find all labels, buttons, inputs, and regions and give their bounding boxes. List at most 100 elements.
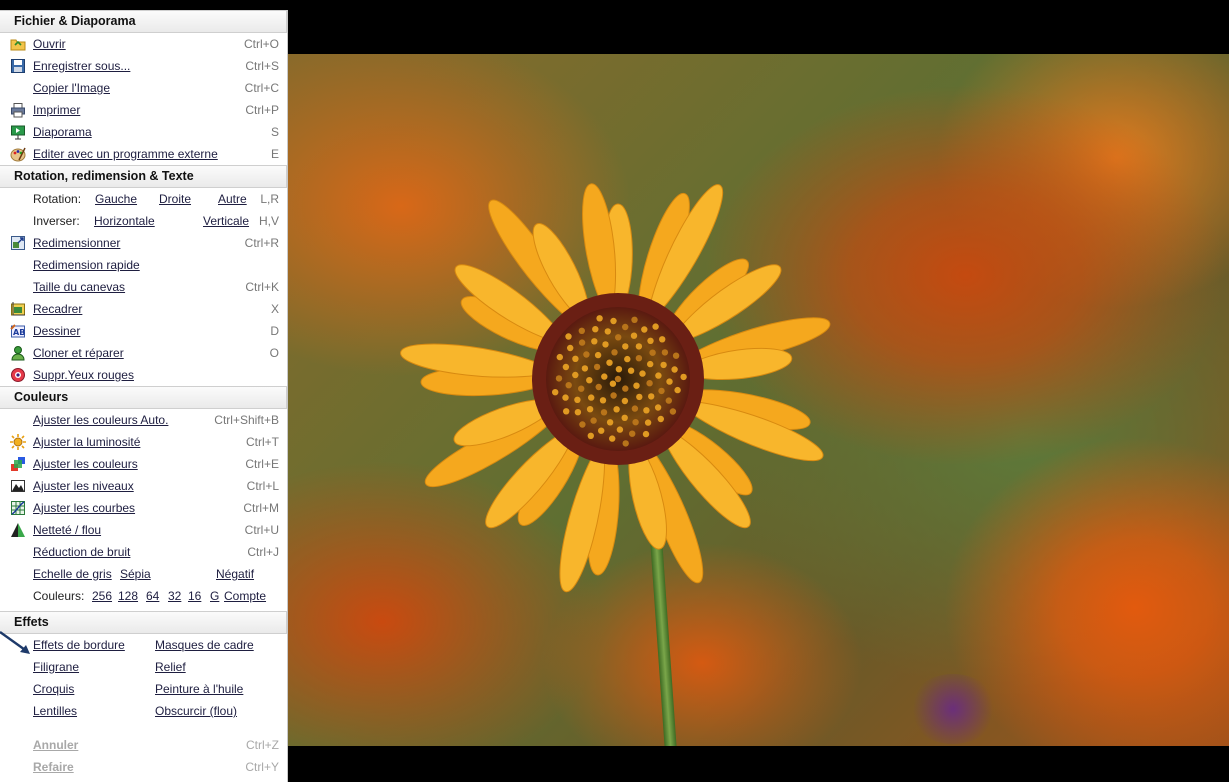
rotate-other-link[interactable]: Autre: [218, 188, 247, 210]
seed-dot: [598, 427, 605, 434]
menu-item-editer-externe[interactable]: Editer avec un programme externe E: [0, 143, 287, 165]
menu-item-imprimer[interactable]: Imprimer Ctrl+P: [0, 99, 287, 121]
effets-bordure-link[interactable]: Effets de bordure: [33, 638, 125, 652]
menu-item-cloner[interactable]: Cloner et réparer O: [0, 342, 287, 364]
colors-g-link[interactable]: G: [210, 585, 219, 607]
levels-icon: [11, 480, 25, 492]
sepia-link[interactable]: Sépia: [120, 563, 151, 585]
menu-item-label: Ajuster les couleurs Auto.: [33, 413, 169, 427]
seed-dot: [613, 406, 620, 413]
obscurcir-link[interactable]: Obscurcir (flou): [155, 700, 237, 722]
seed-dot: [621, 397, 629, 405]
menu-item-enregistrer[interactable]: Enregistrer sous... Ctrl+S: [0, 55, 287, 77]
shortcut: Ctrl+Z: [246, 738, 279, 752]
peinture-huile-link[interactable]: Peinture à l'huile: [155, 678, 243, 700]
seed-dot: [610, 392, 617, 399]
seed-dot: [578, 339, 586, 346]
menu-item-yeux-rouges[interactable]: Suppr.Yeux rouges: [0, 364, 287, 386]
colors-16-link[interactable]: 16: [188, 585, 201, 607]
draw-icon: AB: [10, 324, 25, 338]
section-header-effets: Effets: [0, 611, 287, 634]
menu-item-label: Imprimer: [33, 103, 81, 117]
seed-dot: [588, 394, 595, 401]
grayscale-link[interactable]: Echelle de gris: [33, 567, 112, 581]
flip-vertical-link[interactable]: Verticale: [203, 210, 249, 232]
seed-dot: [635, 343, 643, 350]
lentilles-link[interactable]: Lentilles: [33, 704, 77, 718]
seed-dot: [643, 407, 650, 414]
effets-row: Lentilles Obscurcir (flou): [0, 700, 287, 722]
colors-compte-link[interactable]: Compte: [224, 585, 266, 607]
shortcut: Ctrl+O: [243, 37, 279, 51]
effets-row: Croquis Peinture à l'huile: [0, 678, 287, 700]
menu-item-recadrer[interactable]: Recadrer X: [0, 298, 287, 320]
menu-item-copier[interactable]: Copier l'Image Ctrl+C: [0, 77, 287, 99]
seed-dot: [632, 419, 639, 426]
photo: [288, 54, 1229, 746]
colors-64-link[interactable]: 64: [146, 585, 159, 607]
crop-icon: [11, 302, 25, 316]
seed-dot: [579, 421, 586, 428]
seed-dot: [599, 397, 607, 404]
seed-dot: [658, 387, 665, 395]
seed-dot: [572, 371, 579, 379]
seed-dot: [581, 365, 589, 372]
menu-item-diaporama[interactable]: Diaporama S: [0, 121, 287, 143]
flip-label: Inverser:: [33, 214, 80, 228]
shortcut: Ctrl+M: [243, 501, 279, 515]
seed-dot: [574, 409, 582, 416]
menu-item-niveaux[interactable]: Ajuster les niveaux Ctrl+L: [0, 475, 287, 497]
menu-item-refaire[interactable]: Refaire Ctrl+Y: [0, 756, 287, 778]
menu-item-ouvrir[interactable]: Ouvrir Ctrl+O: [0, 33, 287, 55]
relief-link[interactable]: Relief: [155, 656, 186, 678]
seed-dot: [635, 355, 643, 362]
menu-item-nettete[interactable]: Netteté / flou Ctrl+U: [0, 519, 287, 541]
color-balance-icon: [11, 457, 25, 471]
negative-link[interactable]: Négatif: [216, 563, 254, 585]
seed-dot: [657, 415, 664, 423]
menu-item-couleurs-auto[interactable]: Ajuster les couleurs Auto. Ctrl+Shift+B: [0, 409, 287, 431]
menu-item-luminosite[interactable]: Ajuster la luminosité Ctrl+T: [0, 431, 287, 453]
seed-dot: [572, 355, 579, 362]
menu-item-label: Ajuster les niveaux: [33, 479, 134, 493]
seed-dot: [606, 419, 614, 426]
seed-dot: [610, 317, 617, 325]
menu-item-reduction-bruit[interactable]: Réduction de bruit Ctrl+J: [0, 541, 287, 563]
section-header-rotation: Rotation, redimension & Texte: [0, 165, 287, 188]
seed-dot: [655, 372, 662, 379]
menu-item-courbes[interactable]: Ajuster les courbes Ctrl+M: [0, 497, 287, 519]
side-menu: Fichier & Diaporama Ouvrir Ctrl+O Enregi…: [0, 10, 288, 782]
seed-dot: [624, 355, 631, 363]
effets-row: Effets de bordure Masques de cadre: [0, 634, 287, 656]
seed-dot: [630, 332, 638, 339]
rotate-right-link[interactable]: Droite: [159, 188, 191, 210]
seed-dot: [609, 380, 617, 387]
colors-label: Couleurs:: [33, 589, 85, 603]
menu-item-taille-canevas[interactable]: Taille du canevas Ctrl+K: [0, 276, 287, 298]
rotate-left-link[interactable]: Gauche: [95, 188, 137, 210]
croquis-link[interactable]: Croquis: [33, 682, 74, 696]
seed-dot: [622, 385, 629, 392]
menu-item-redimensionner[interactable]: Redimensionner Ctrl+R: [0, 232, 287, 254]
filigrane-link[interactable]: Filigrane: [33, 660, 79, 674]
menu-item-redimension-rapide[interactable]: Redimension rapide: [0, 254, 287, 276]
menu-item-label: Ouvrir: [33, 37, 66, 51]
seed-dot: [671, 366, 678, 373]
seed-dot: [594, 351, 602, 359]
colors-32-link[interactable]: 32: [168, 585, 181, 607]
shortcut: Ctrl+J: [247, 545, 279, 559]
colors-128-link[interactable]: 128: [118, 585, 138, 607]
masques-cadre-link[interactable]: Masques de cadre: [155, 634, 254, 656]
menu-item-ajuster-couleurs[interactable]: Ajuster les couleurs Ctrl+E: [0, 453, 287, 475]
colors-256-link[interactable]: 256: [92, 585, 112, 607]
menu-item-annuler[interactable]: Annuler Ctrl+Z: [0, 734, 287, 756]
flip-horizontal-link[interactable]: Horizontale: [94, 210, 155, 232]
seed-dot: [614, 375, 622, 383]
seed-dot: [660, 361, 667, 369]
seed-dot: [646, 380, 653, 387]
shortcut: Ctrl+K: [245, 280, 279, 294]
menu-item-dessiner[interactable]: AB Dessiner D: [0, 320, 287, 342]
seed-dot: [648, 393, 655, 400]
seed-dot: [586, 406, 594, 413]
seed-dot: [674, 386, 681, 394]
